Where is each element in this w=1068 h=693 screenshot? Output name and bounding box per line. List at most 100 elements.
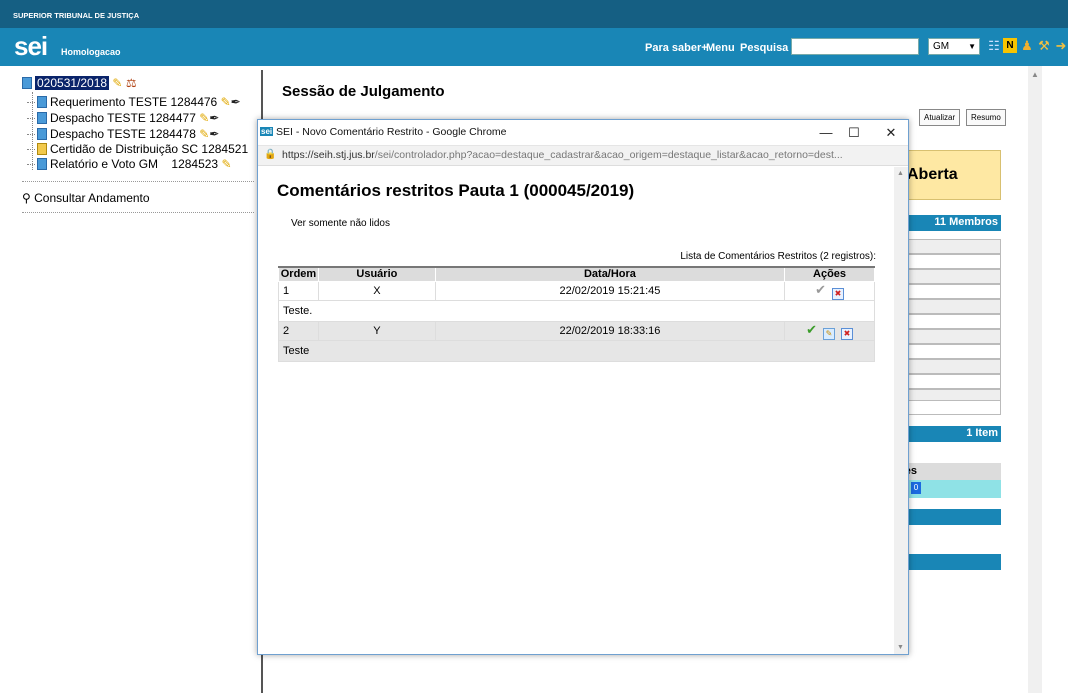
grid-row <box>898 374 1001 389</box>
popup-url-bar[interactable]: 🔒 https://seih.stj.jus.br/sei/controlado… <box>258 146 908 166</box>
folder-icon <box>22 77 32 89</box>
tree-item-label[interactable]: Despacho TESTE 1284478 <box>50 127 196 141</box>
cell-acoes: ✔ ✎ ✖ <box>784 320 875 341</box>
grid-row <box>898 299 1001 314</box>
sei-logo[interactable]: sei <box>14 31 48 62</box>
col-datahora[interactable]: Data/Hora <box>434 266 786 282</box>
pen-icon[interactable]: ✒ <box>209 127 219 141</box>
members-bar: 11 Membros <box>898 215 1001 231</box>
comment-text: Teste. <box>278 299 875 322</box>
tree-item-label[interactable]: Despacho TESTE 1284477 <box>50 111 196 125</box>
popup-scrollbar[interactable]: ▲ ▼ <box>894 167 908 654</box>
cell-datahora: 22/02/2019 18:33:16 <box>434 320 786 341</box>
tree-item[interactable]: Despacho TESTE 1284477 ✎✒ <box>27 111 219 125</box>
grid-row <box>898 400 1001 415</box>
delete-icon[interactable]: ✖ <box>841 327 853 340</box>
scroll-up-icon[interactable]: ▲ <box>897 170 904 177</box>
document-icon <box>37 112 47 124</box>
tree-item[interactable]: Requerimento TESTE 1284476 ✎✒ <box>27 95 241 109</box>
judge-icon[interactable]: ⚖ <box>126 76 137 90</box>
scroll-down-icon[interactable]: ▼ <box>897 644 904 651</box>
tree-item[interactable]: Certidão de Distribuição SC 1284521 <box>27 142 248 156</box>
key-icon[interactable]: ✎ <box>199 127 209 141</box>
comments-table: Ordem Usuário Data/Hora Ações 1 X 22/02/… <box>278 266 875 362</box>
table-caption: Lista de Comentários Restritos (2 regist… <box>680 251 876 262</box>
cell-ordem: 2 <box>278 320 319 341</box>
page-title: Sessão de Julgamento <box>282 83 445 100</box>
wrench-icon[interactable]: ⚒ <box>1037 38 1051 53</box>
comment-row: Teste <box>278 339 875 362</box>
close-icon[interactable]: ✕ <box>880 123 902 143</box>
resumo-button[interactable]: Resumo <box>966 109 1006 126</box>
col-ordem[interactable]: Ordem <box>278 266 319 282</box>
minimize-icon[interactable]: — <box>815 123 837 143</box>
document-icon <box>37 158 47 170</box>
read-check-icon[interactable]: ✔ <box>815 282 826 297</box>
top-bar: SUPERIOR TRIBUNAL DE JUSTIÇA <box>0 0 1068 28</box>
grid-row <box>898 359 1001 374</box>
key-icon[interactable]: ✎ <box>199 111 209 125</box>
key-icon[interactable]: ✎ <box>112 76 122 90</box>
atualizar-button[interactable]: Atualizar <box>919 109 961 126</box>
tree-item-label[interactable]: Certidão de Distribuição SC 1284521 <box>50 142 248 156</box>
tree-divider <box>22 212 254 213</box>
magnifier-icon: ⚲ <box>22 191 31 205</box>
comment-text: Teste <box>278 339 875 362</box>
cell-usuario: X <box>317 280 436 301</box>
grid-row <box>898 314 1001 329</box>
filter-unread-link[interactable]: Ver somente não lidos <box>291 218 390 229</box>
mark-read-check-icon[interactable]: ✔ <box>806 322 817 337</box>
col-usuario[interactable]: Usuário <box>317 266 436 282</box>
scroll-up-icon[interactable]: ▲ <box>1031 70 1039 79</box>
lock-icon: 🔒 <box>264 149 277 160</box>
count-badge[interactable]: 0 <box>911 482 921 494</box>
tree-item[interactable]: Despacho TESTE 1284478 ✎✒ <box>27 127 219 141</box>
page-scrollbar[interactable]: ▲ <box>1028 66 1042 693</box>
unit-select[interactable]: GM ▼ <box>928 38 980 55</box>
cell-ordem: 1 <box>278 280 319 301</box>
sei-favicon: sei <box>260 127 274 136</box>
delete-icon[interactable]: ✖ <box>832 287 844 300</box>
search-input[interactable] <box>791 38 919 55</box>
popup-title-bar[interactable]: sei SEI - Novo Comentário Restrito - Goo… <box>258 120 908 146</box>
menu-link[interactable]: Menu <box>706 42 735 54</box>
popup-url[interactable]: https://seih.stj.jus.br/sei/controlador.… <box>282 149 902 161</box>
key-icon[interactable]: ✎ <box>221 95 231 109</box>
document-icon <box>37 96 47 108</box>
maximize-icon[interactable]: ☐ <box>843 123 865 143</box>
tree-item-label[interactable]: Relatório e Voto GM 1284523 <box>50 157 218 171</box>
key-icon[interactable]: ✎ <box>221 157 231 171</box>
tree-item-label[interactable]: Requerimento TESTE 1284476 <box>50 95 217 109</box>
col-acoes: Ações <box>784 266 875 282</box>
list-icon[interactable]: ☷ <box>987 38 1001 53</box>
pen-icon[interactable]: ✒ <box>209 111 219 125</box>
session-status: Aberta <box>898 150 1001 200</box>
tree-root[interactable]: 020531/2018 ✎ ⚖ <box>22 76 137 92</box>
tree-divider <box>22 181 254 182</box>
grid-row <box>898 269 1001 284</box>
column-header-partial: ões <box>898 463 1001 480</box>
app-header: sei Homologacao Para saber+ Menu Pesquis… <box>0 28 1068 66</box>
para-saber-link[interactable]: Para saber+ <box>645 42 708 54</box>
document-icon <box>37 128 47 140</box>
cell-usuario: Y <box>317 320 436 341</box>
table-row: 1 X 22/02/2019 15:21:45 ✔ ✖ <box>278 280 875 301</box>
tree-item[interactable]: Relatório e Voto GM 1284523 ✎ <box>27 157 232 171</box>
pen-icon[interactable]: ✒ <box>231 95 241 109</box>
grid-row <box>898 284 1001 299</box>
chevron-down-icon: ▼ <box>968 42 976 51</box>
exit-icon[interactable]: ➜ <box>1054 38 1068 53</box>
process-number[interactable]: 020531/2018 <box>35 76 110 90</box>
grid-row <box>898 254 1001 269</box>
notes-icon[interactable]: N <box>1003 38 1017 53</box>
user-icon[interactable]: ♟ <box>1020 38 1034 53</box>
environment-label: Homologacao <box>61 47 121 57</box>
consult-label[interactable]: Consultar Andamento <box>34 191 149 205</box>
edit-icon[interactable]: ✎ <box>823 327 835 340</box>
comment-row: Teste. <box>278 299 875 322</box>
consult-andamento-link[interactable]: ⚲ Consultar Andamento <box>22 191 150 205</box>
section-bar <box>898 554 1001 570</box>
pesquisa-link[interactable]: Pesquisa <box>740 42 788 54</box>
table-row: 2 Y 22/02/2019 18:33:16 ✔ ✎ ✖ <box>278 320 875 341</box>
unit-select-value: GM <box>933 41 950 52</box>
